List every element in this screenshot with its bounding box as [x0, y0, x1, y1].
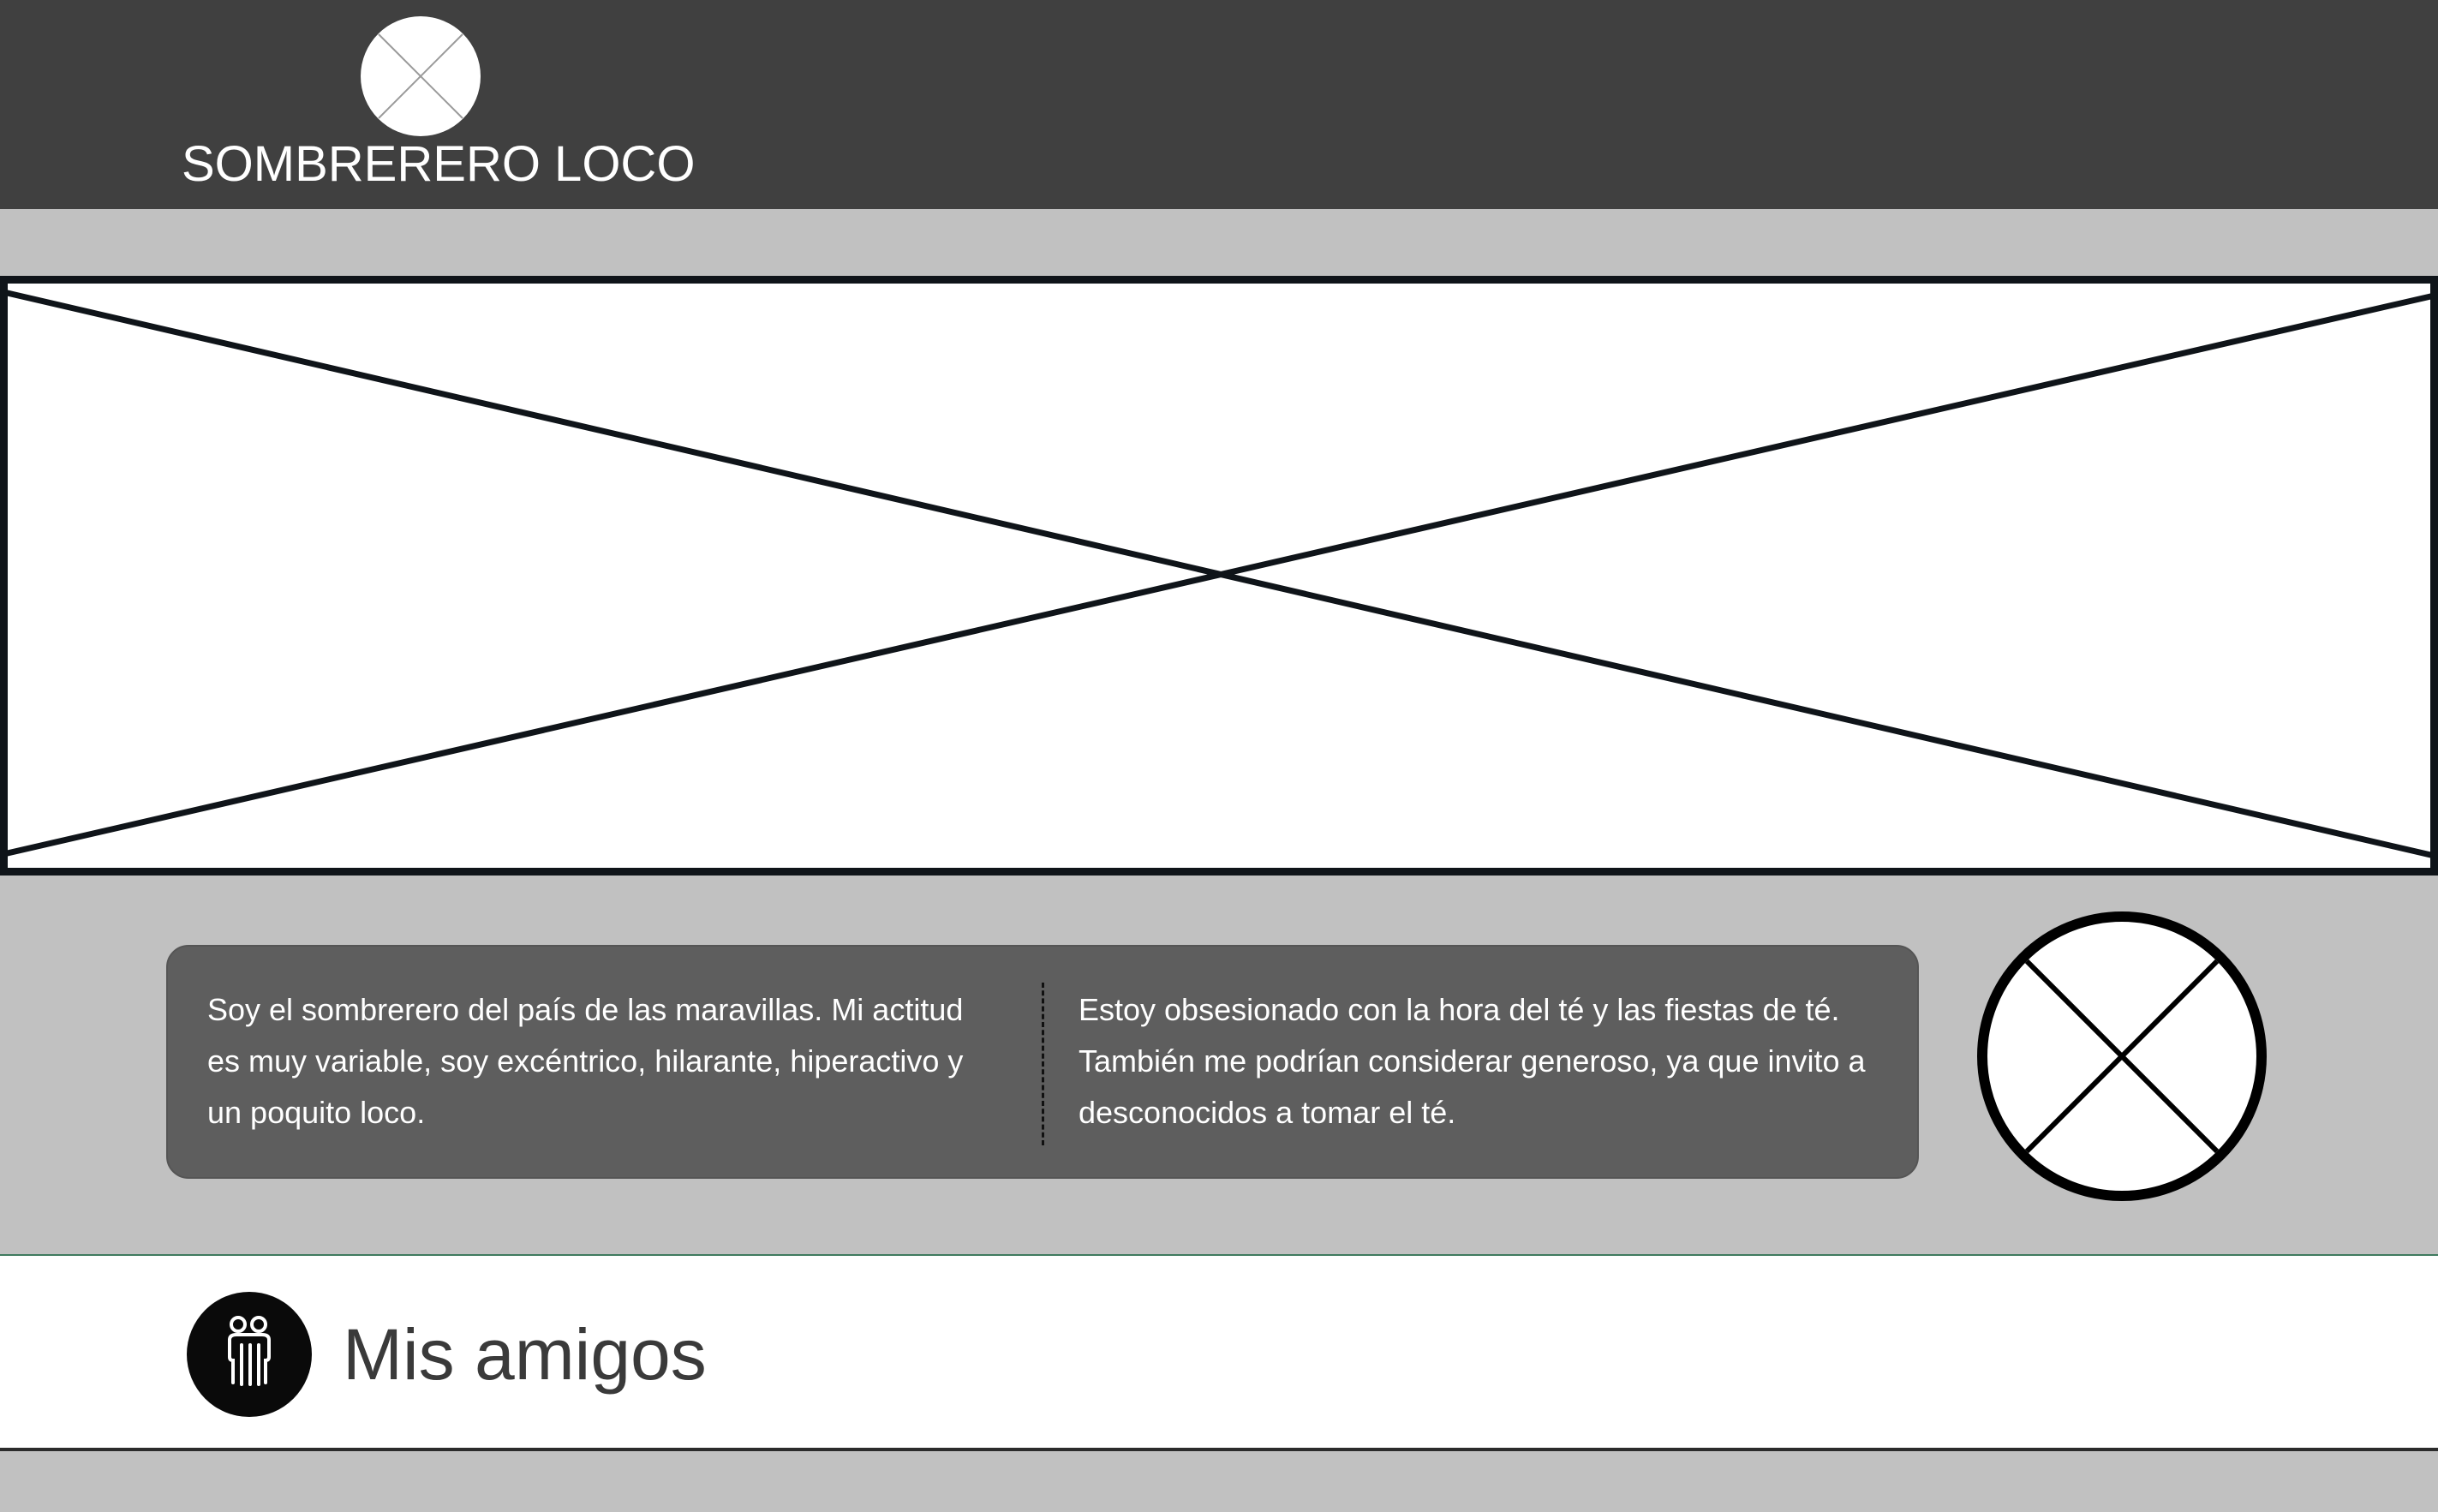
site-header: SOMBRERERO LOCO	[0, 0, 2438, 209]
about-text-left: Soy el sombrerero del país de las maravi…	[207, 992, 964, 1130]
logo-placeholder-icon[interactable]	[360, 15, 481, 137]
hero-image-placeholder	[0, 276, 2438, 876]
friends-icon	[187, 1292, 312, 1417]
about-text-right: Estoy obsesionado con la hora del té y l…	[1079, 992, 1866, 1130]
about-card: Soy el sombrerero del país de las maravi…	[166, 945, 1919, 1179]
site-title: SOMBRERERO LOCO	[182, 136, 696, 192]
friends-section: Mis amigos	[0, 1254, 2438, 1451]
avatar-placeholder-icon[interactable]	[1975, 910, 2268, 1203]
friends-title: Mis amigos	[343, 1314, 707, 1395]
about-divider	[1042, 983, 1044, 1145]
